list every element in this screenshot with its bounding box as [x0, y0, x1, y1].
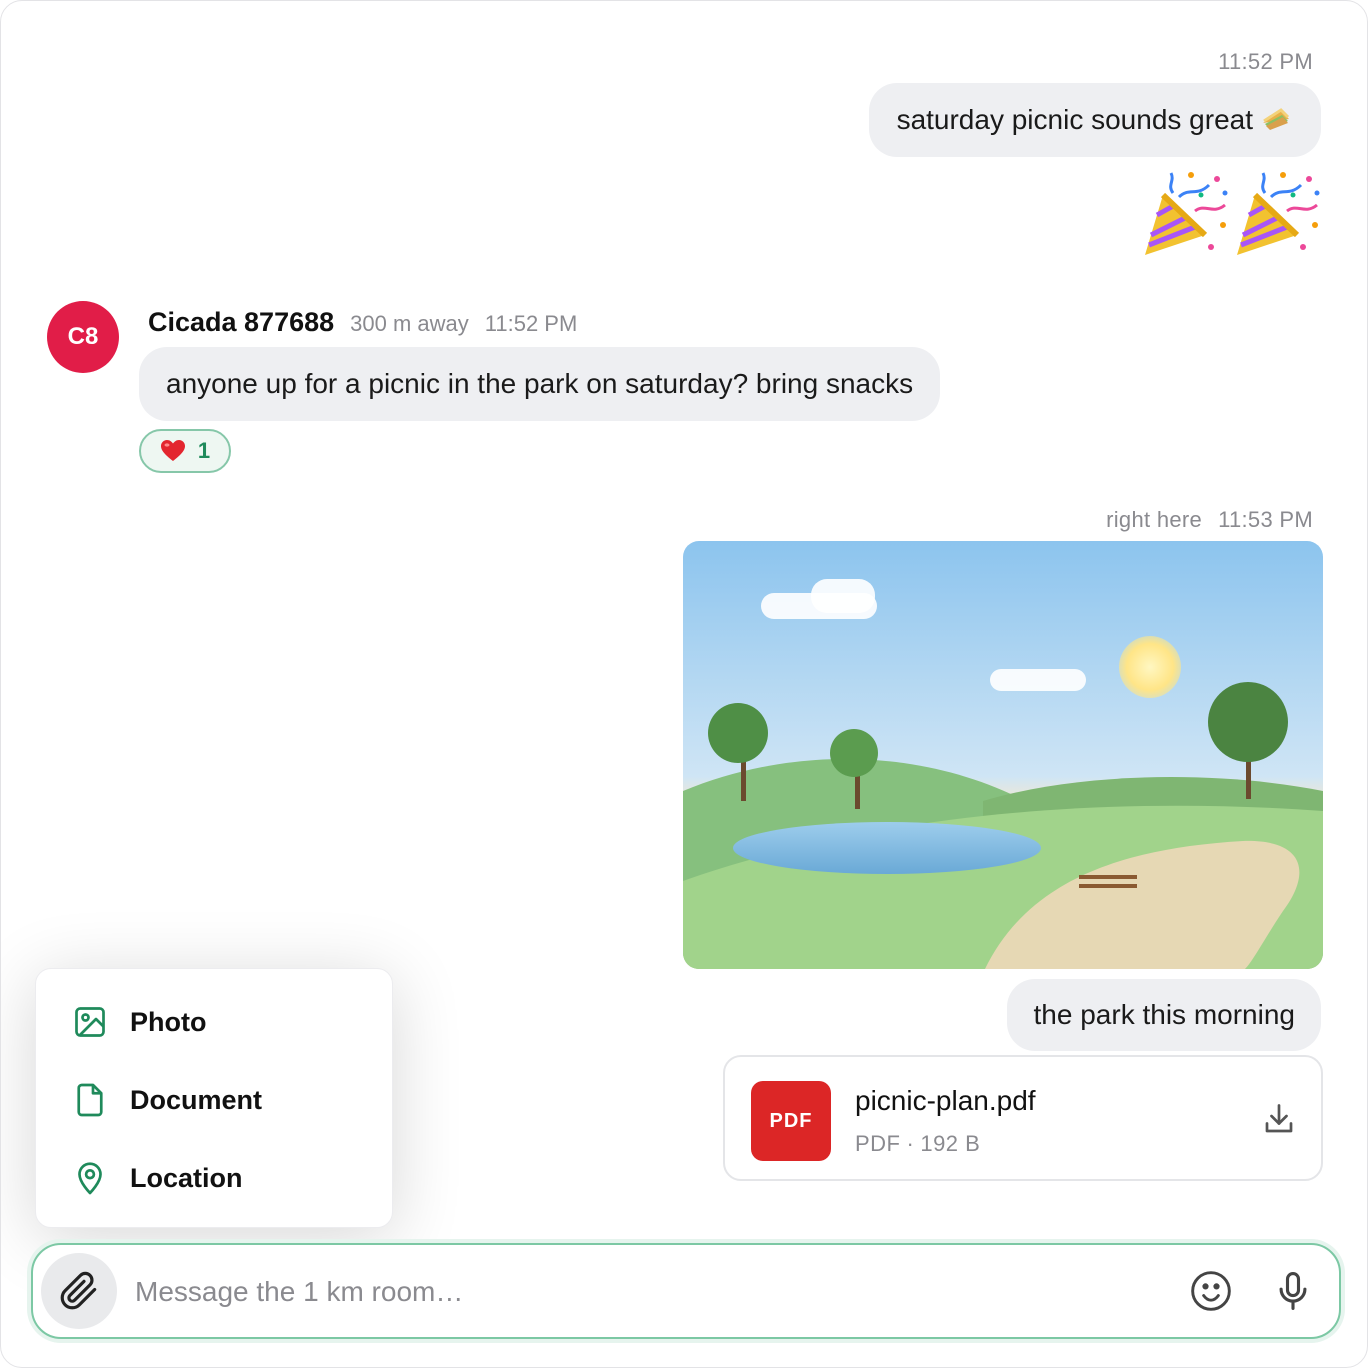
- message-input[interactable]: [133, 1263, 1157, 1321]
- message-composer: [31, 1243, 1341, 1339]
- sandwich-icon: [1263, 108, 1290, 130]
- message-text: anyone up for a picnic in the park on sa…: [166, 368, 914, 399]
- pdf-badge-label: PDF: [769, 1109, 813, 1132]
- party-popper-sticker: [1139, 167, 1323, 259]
- image-icon: [75, 1007, 105, 1037]
- message-text: saturday picnic sounds great: [896, 104, 1253, 135]
- message-bubble-other[interactable]: anyone up for a picnic in the park on sa…: [139, 347, 941, 421]
- message-bubble-mine[interactable]: the park this morning: [1006, 979, 1321, 1051]
- menu-item-label: Location: [130, 1162, 243, 1193]
- message-meta: 11:52 PM: [1218, 49, 1313, 75]
- pdf-file-icon: PDF: [751, 1081, 831, 1161]
- menu-item-label: Photo: [130, 1006, 207, 1037]
- microphone-icon[interactable]: [1271, 1269, 1315, 1313]
- attach-button[interactable]: [41, 1253, 117, 1329]
- download-icon[interactable]: [1261, 1101, 1297, 1137]
- reaction-count: 1: [197, 438, 211, 463]
- reaction-chip[interactable]: 1: [139, 429, 231, 473]
- emoji-icon[interactable]: [1189, 1269, 1233, 1313]
- avatar-initials: C8: [67, 323, 99, 350]
- sender-distance: right here: [1106, 507, 1203, 532]
- park-image: [683, 541, 1323, 969]
- message-bubble-mine[interactable]: saturday picnic sounds great: [868, 83, 1321, 157]
- paperclip-icon: [60, 1271, 97, 1310]
- message-text: the park this morning: [1033, 999, 1295, 1030]
- message-time: 11:52 PM: [1218, 49, 1313, 74]
- message-time: 11:52 PM: [484, 311, 578, 336]
- sender-line: Cicada 877688 300 m away 11:52 PM: [148, 307, 577, 338]
- message-meta: right here 11:53 PM: [1106, 507, 1313, 533]
- menu-item-photo[interactable]: Photo: [72, 997, 206, 1047]
- menu-item-label: Document: [130, 1084, 263, 1115]
- file-info: PDF · 192 B: [855, 1131, 980, 1157]
- file-info-separator: ·: [906, 1131, 915, 1156]
- heart-icon: [160, 440, 185, 461]
- party-popper-icon: [1237, 172, 1320, 255]
- sender-name[interactable]: Cicada 877688: [148, 307, 334, 338]
- file-attachment-card[interactable]: PDF picnic-plan.pdf PDF · 192 B: [723, 1055, 1323, 1181]
- map-pin-icon: [78, 1162, 102, 1195]
- sender-distance: 300 m away: [350, 311, 469, 336]
- avatar[interactable]: C8: [47, 301, 119, 373]
- party-popper-icon: [1145, 172, 1228, 255]
- message-time: 11:53 PM: [1218, 507, 1313, 532]
- file-size: 192 B: [920, 1131, 981, 1156]
- attach-menu: Photo Document Location: [35, 968, 393, 1228]
- image-attachment[interactable]: [683, 541, 1323, 969]
- file-type: PDF: [855, 1131, 901, 1156]
- file-name: picnic-plan.pdf: [855, 1085, 1036, 1116]
- chat-window: 11:52 PM saturday picnic sounds great C8…: [0, 0, 1368, 1368]
- menu-item-location[interactable]: Location: [72, 1153, 243, 1203]
- menu-item-document[interactable]: Document: [72, 1075, 262, 1125]
- document-icon: [77, 1083, 103, 1117]
